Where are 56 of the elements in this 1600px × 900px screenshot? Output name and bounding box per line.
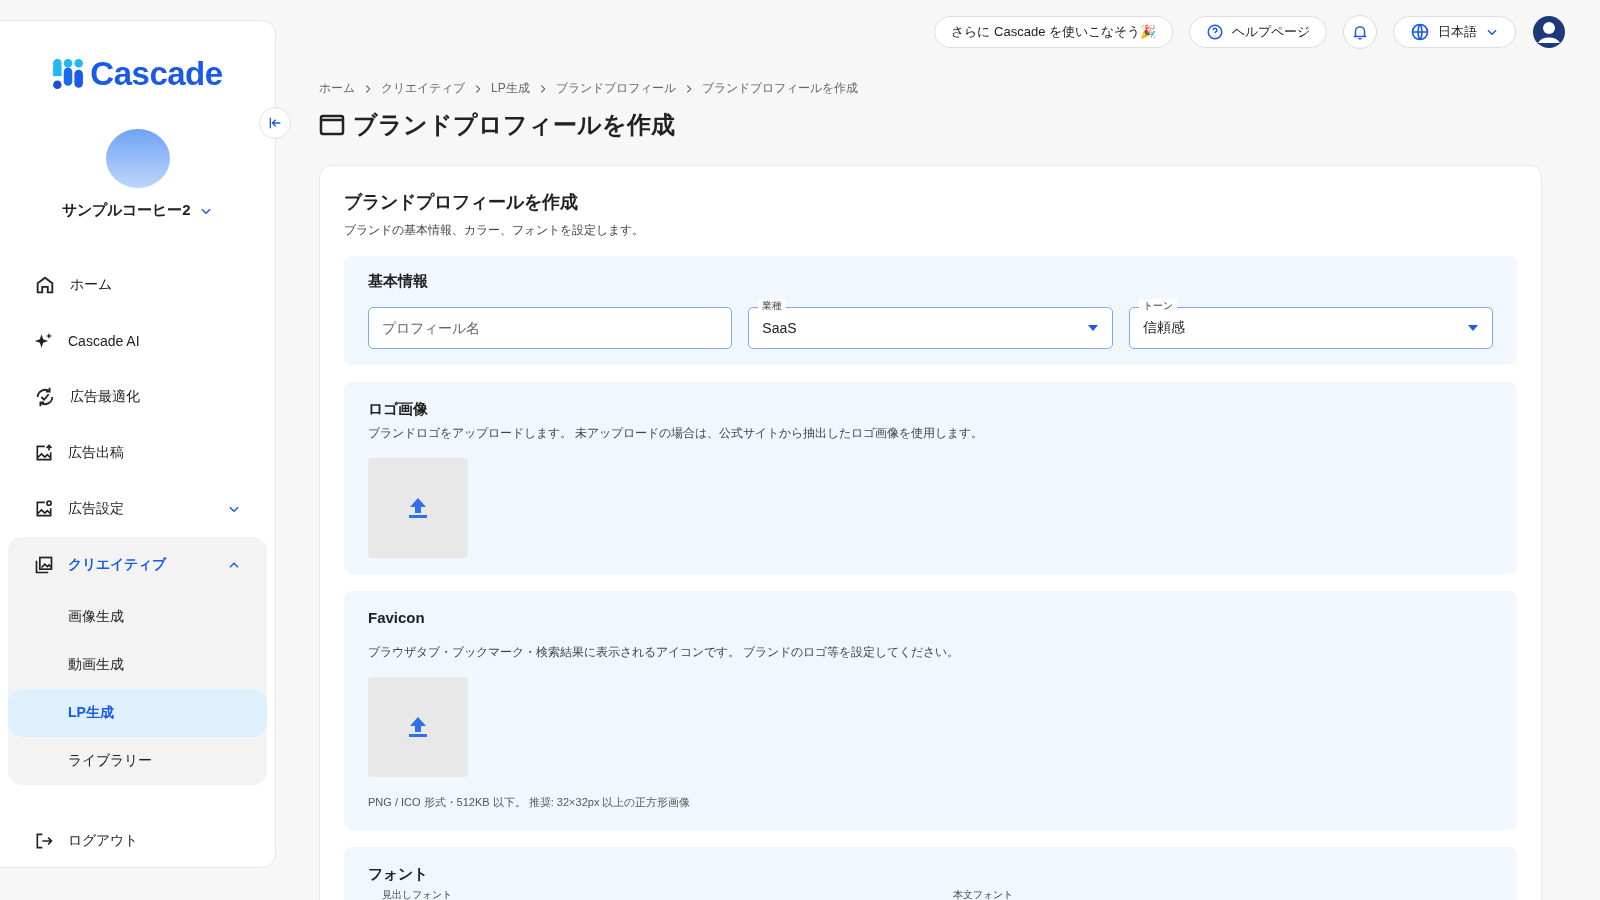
logo-icon <box>52 58 85 90</box>
logout-icon <box>34 831 54 852</box>
format-note: PNG / ICO 形式・512KB 以下。 推奨: 32×32px 以上の正方形画像 <box>368 795 692 810</box>
user-avatar-icon[interactable] <box>1532 15 1566 49</box>
window-icon <box>319 113 345 137</box>
breadcrumb-link[interactable]: ブランドプロフィールを作成 <box>701 80 858 97</box>
help-icon <box>1206 23 1224 41</box>
sidebar-subitem[interactable]: ライブラリー <box>8 737 267 786</box>
field-label: 業種 <box>758 299 787 313</box>
breadcrumb-link[interactable]: クリエイティブ <box>381 80 465 97</box>
upload-icon <box>408 497 428 519</box>
notification-button[interactable] <box>1343 15 1377 49</box>
sidebar-subitem[interactable]: LP生成 <box>8 689 267 738</box>
collapse-arrow-icon <box>267 115 283 131</box>
sidebar-item[interactable]: 広告出稿 <box>8 425 267 482</box>
page-title: ブランドプロフィールを作成 <box>353 110 675 140</box>
field-label: トーン <box>1138 299 1177 313</box>
sidebar-subitem[interactable]: 画像生成 <box>8 593 267 642</box>
sidebar-item[interactable]: クリエイティブ <box>8 537 267 594</box>
account-switcher[interactable]: サンプルコーヒー2 <box>56 200 219 222</box>
section-title: ロゴ画像 <box>368 400 429 419</box>
help-button[interactable]: ヘルプページ <box>1189 16 1327 48</box>
breadcrumb-link[interactable]: ブランドプロフィール <box>555 80 676 97</box>
form-description: ブランドの基本情報、カラー、フォントを設定します。 <box>344 222 645 239</box>
field-label: 見出しフォント <box>381 888 453 900</box>
collapse-sidebar-button[interactable] <box>259 107 291 139</box>
form-title: ブランドプロフィールを作成 <box>344 191 579 214</box>
sidebar-item[interactable]: 広告設定 <box>8 481 267 538</box>
refresh-check-icon <box>34 386 56 409</box>
section-description: ブランドロゴをアップロードします。 未アップロードの場合は、公式サイトから抽出したロゴ画像を使用します。 <box>368 425 985 442</box>
image-settings-icon <box>34 499 54 520</box>
logo-text: Cascade <box>90 55 223 93</box>
input-field[interactable]: プロフィール名 <box>368 307 733 349</box>
image-upload-icon <box>34 443 54 464</box>
section-title: Favicon <box>368 609 426 626</box>
breadcrumb-link[interactable]: LP生成 <box>491 80 530 97</box>
language-selector[interactable]: 日本語 <box>1393 16 1516 48</box>
sidebar-subitem[interactable]: 動画生成 <box>8 641 267 690</box>
sidebar-item[interactable]: 広告最適化 <box>8 369 267 426</box>
section-description: ブラウザタブ・ブックマーク・検索結果に表示されるアイコンです。 ブランドのロゴ等を設定してください。 <box>368 644 961 661</box>
section-title: フォント <box>368 865 429 884</box>
section-title: 基本情報 <box>368 272 429 291</box>
globe-icon <box>1410 22 1430 42</box>
gallery-icon <box>34 555 54 576</box>
breadcrumb-link[interactable]: ホーム <box>319 80 355 97</box>
chevron-right-icon <box>473 83 483 94</box>
chevron-right-icon <box>363 83 373 94</box>
promo-button[interactable]: さらに Cascade を使いこなそう🎉 <box>934 16 1173 48</box>
sidebar-item[interactable]: Cascade AI <box>8 313 267 370</box>
field-label: 本文フォント <box>951 888 1014 900</box>
bell-icon <box>1351 23 1369 41</box>
caret-icon <box>1467 324 1479 332</box>
caret-icon <box>1086 324 1099 332</box>
upload-icon <box>408 716 428 738</box>
logout-item[interactable]: ログアウト <box>8 815 267 867</box>
sidebar-item[interactable]: ホーム <box>8 257 267 314</box>
